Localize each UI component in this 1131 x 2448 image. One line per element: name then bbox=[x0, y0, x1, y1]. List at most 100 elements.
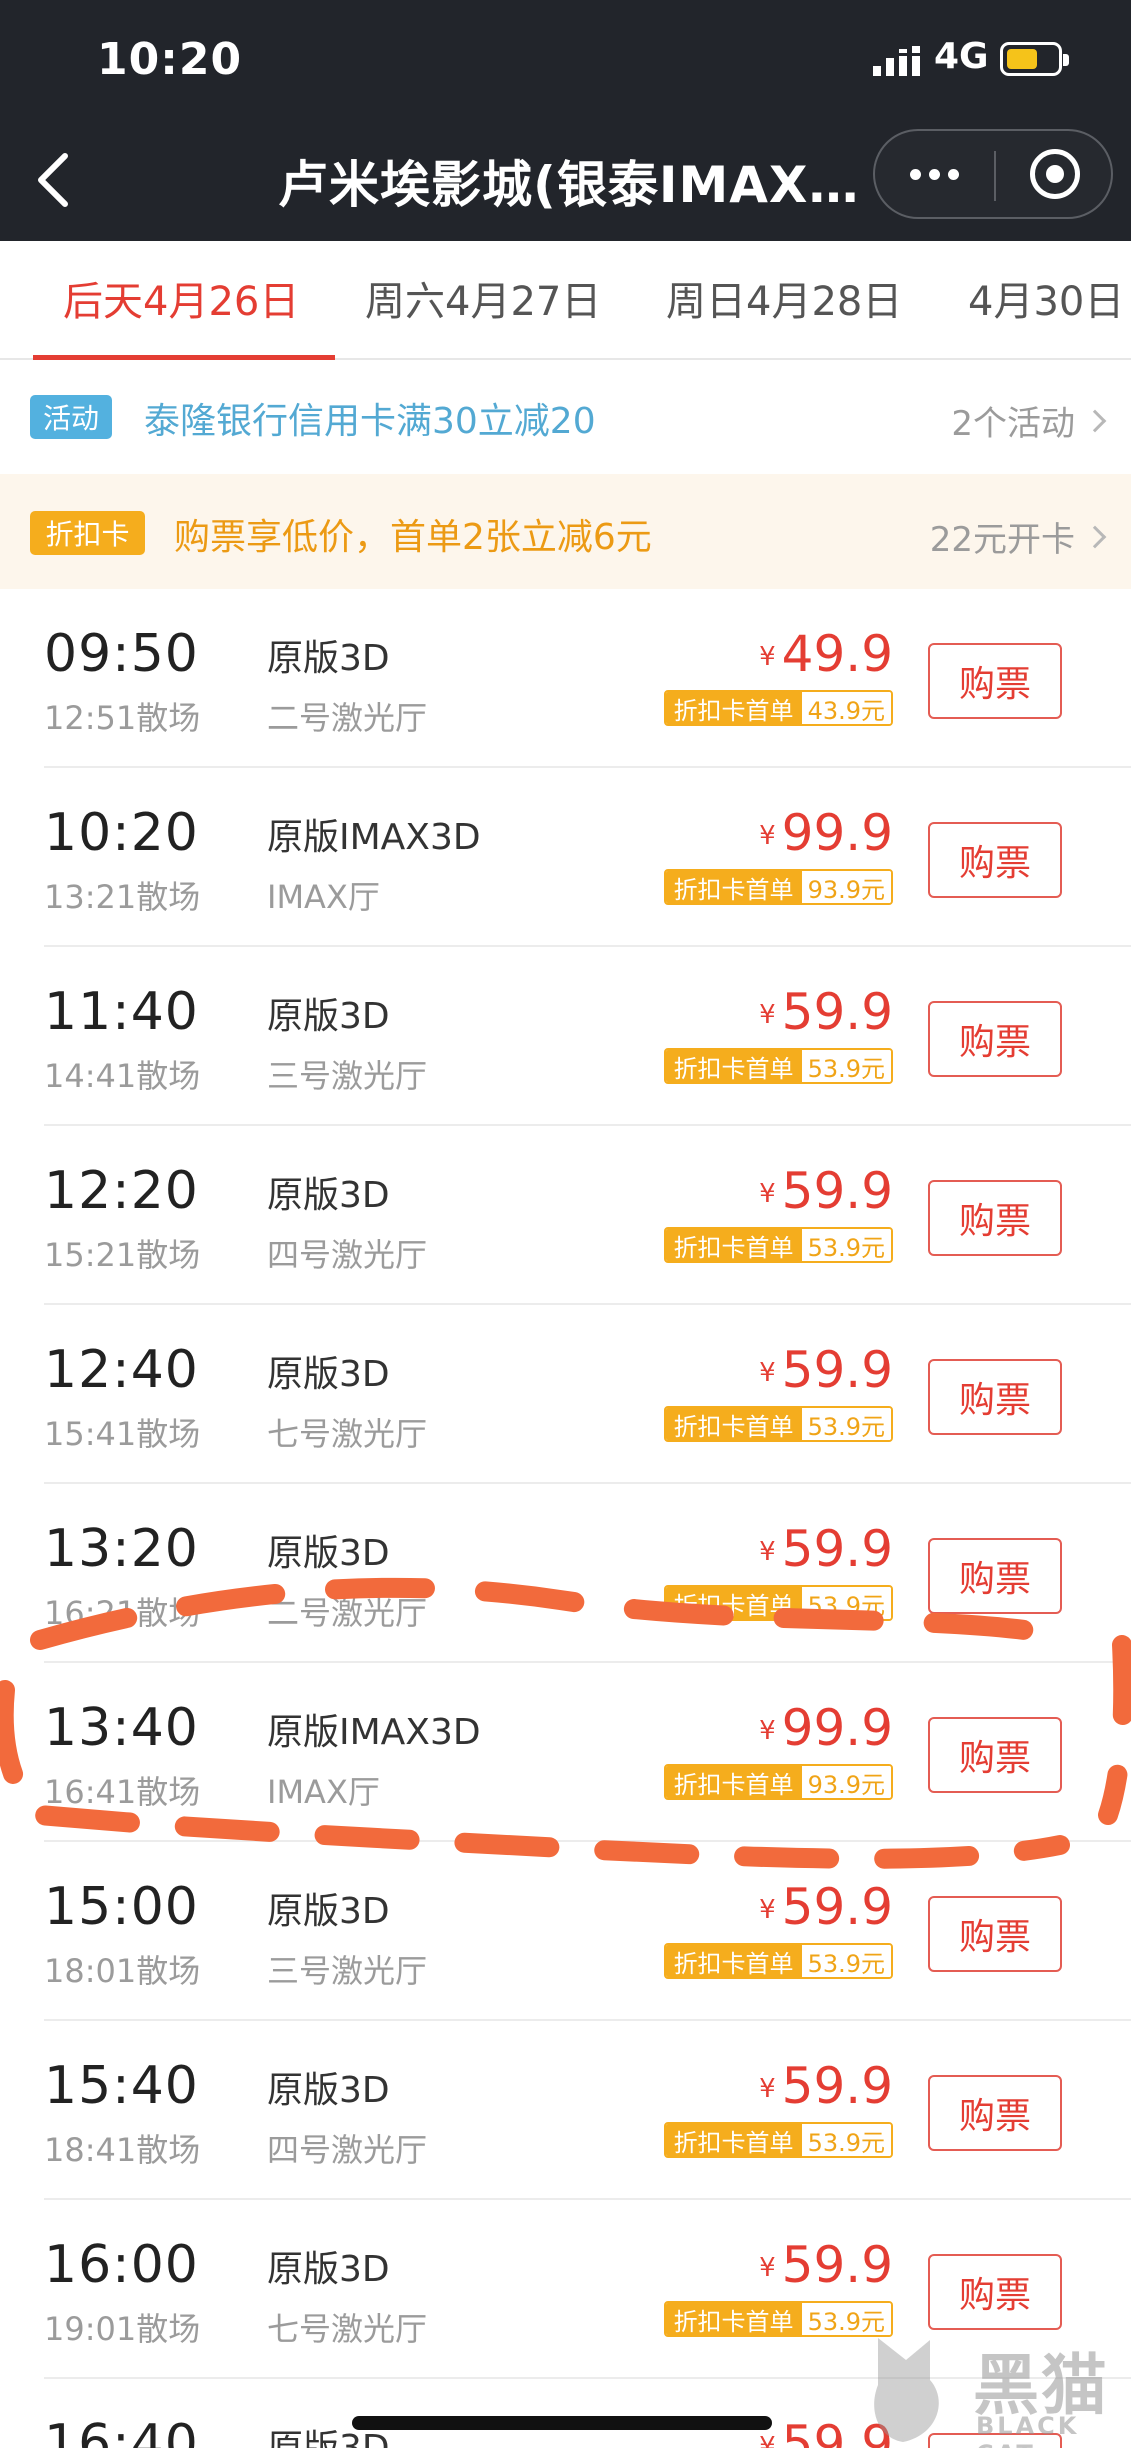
price-value: 59.9 bbox=[781, 2057, 893, 2115]
end-time: 19:01散场 bbox=[44, 2310, 201, 2348]
discount-label: 折扣卡首单 bbox=[665, 1050, 802, 1082]
tab-date-0[interactable]: 后天4月26日 bbox=[63, 269, 299, 327]
ticket-price: ¥59.9 bbox=[759, 1520, 893, 1578]
ticket-price: ¥59.9 bbox=[759, 1162, 893, 1220]
buy-ticket-button[interactable]: 购票 bbox=[928, 822, 1062, 898]
film-version: 原版3D bbox=[267, 1354, 390, 1395]
discount-value: 43.9元 bbox=[801, 692, 891, 724]
buy-ticket-button[interactable]: 购票 bbox=[928, 1001, 1062, 1077]
discount-card-price: 折扣卡首单 53.9元 bbox=[663, 1227, 893, 1263]
currency-symbol: ¥ bbox=[759, 1716, 776, 1746]
price-value: 59.9 bbox=[781, 1341, 893, 1399]
home-indicator bbox=[352, 2416, 772, 2430]
activity-badge: 活动 bbox=[30, 395, 112, 439]
end-time: 13:21散场 bbox=[44, 878, 201, 916]
hall-name: 二号激光厅 bbox=[267, 1594, 428, 1632]
more-button[interactable] bbox=[875, 131, 994, 217]
film-version: 原版IMAX3D bbox=[267, 1712, 481, 1753]
showtime-row[interactable]: 09:50 12:51散场 原版3D 二号激光厅 ¥49.9 折扣卡首单 43.9元 购票 bbox=[0, 589, 1131, 768]
price-value: 59.9 bbox=[781, 2236, 893, 2294]
discount-value: 53.9元 bbox=[801, 1408, 891, 1440]
ticket-price: ¥59.9 bbox=[759, 1878, 893, 1936]
ticket-price: ¥59.9 bbox=[759, 2236, 893, 2294]
buy-ticket-button[interactable]: 购票 bbox=[928, 1538, 1062, 1614]
open-card-link[interactable]: 22元开卡 bbox=[929, 512, 1107, 561]
showtime-row[interactable]: 15:00 18:01散场 原版3D 三号激光厅 ¥59.9 折扣卡首单 53.9元 购票 bbox=[0, 1842, 1131, 2021]
showtime-row[interactable]: 12:40 15:41散场 原版3D 七号激光厅 ¥59.9 折扣卡首单 53.9元 购票 bbox=[0, 1305, 1131, 1484]
tab-date-1[interactable]: 周六4月27日 bbox=[365, 269, 601, 327]
signal-icon bbox=[873, 40, 921, 76]
cat-logo-icon bbox=[874, 2338, 939, 2442]
hall-name: 三号激光厅 bbox=[267, 1952, 428, 1990]
tab-date-3[interactable]: 4月30日 bbox=[968, 269, 1124, 327]
tab-date-2[interactable]: 周日4月28日 bbox=[666, 269, 902, 327]
chevron-right-icon bbox=[1083, 409, 1107, 432]
currency-symbol: ¥ bbox=[759, 1895, 776, 1925]
hall-name: IMAX厅 bbox=[267, 1773, 380, 1811]
price-value: 59.9 bbox=[781, 1878, 893, 1936]
hall-name: 七号激光厅 bbox=[267, 1415, 428, 1453]
target-close-icon bbox=[1029, 149, 1080, 199]
buy-ticket-button[interactable]: 购票 bbox=[928, 1359, 1062, 1435]
film-version: 原版3D bbox=[267, 1533, 390, 1574]
discount-card-price: 折扣卡首单 53.9元 bbox=[663, 2122, 893, 2158]
buy-ticket-button[interactable]: 购票 bbox=[928, 643, 1062, 719]
film-version: 原版3D bbox=[267, 996, 390, 1037]
discount-label: 折扣卡首单 bbox=[665, 1945, 802, 1977]
start-time: 15:00 bbox=[44, 1877, 199, 1937]
discount-card-promo-row[interactable]: 折扣卡 购票享低价，首单2张立减6元 22元开卡 bbox=[0, 474, 1131, 589]
buy-ticket-button[interactable]: 购票 bbox=[928, 1717, 1062, 1793]
end-time: 16:41散场 bbox=[44, 1773, 201, 1811]
hall-name: 七号激光厅 bbox=[267, 2310, 428, 2348]
buy-ticket-button[interactable]: 购票 bbox=[928, 2075, 1062, 2151]
film-version: 原版3D bbox=[267, 1175, 390, 1216]
discount-value: 53.9元 bbox=[801, 1229, 891, 1261]
open-card-price: 22元开卡 bbox=[929, 520, 1075, 560]
ticket-price: ¥99.9 bbox=[759, 804, 893, 862]
back-button[interactable] bbox=[22, 145, 82, 215]
hall-name: 四号激光厅 bbox=[267, 1236, 428, 1274]
start-time: 16:00 bbox=[44, 2235, 199, 2295]
discount-value: 53.9元 bbox=[801, 1945, 891, 1977]
buy-ticket-button[interactable]: 购票 bbox=[928, 1180, 1062, 1256]
buy-ticket-button[interactable]: 购票 bbox=[928, 1896, 1062, 1972]
close-miniprogram-button[interactable] bbox=[996, 131, 1113, 217]
discount-card-price: 折扣卡首单 43.9元 bbox=[663, 690, 893, 726]
showtime-row[interactable]: 13:20 16:21散场 原版3D 二号激光厅 ¥59.9 折扣卡首单 53.9元 购票 bbox=[0, 1484, 1131, 1663]
activity-count-link[interactable]: 2个活动 bbox=[951, 396, 1107, 445]
showtime-row[interactable]: 13:40 16:41散场 原版IMAX3D IMAX厅 ¥99.9 折扣卡首单 93.9元… bbox=[0, 1663, 1131, 1842]
discount-card-price: 折扣卡首单 53.9元 bbox=[663, 1943, 893, 1979]
discount-label: 折扣卡首单 bbox=[665, 1766, 802, 1798]
showtime-row[interactable]: 12:20 15:21散场 原版3D 四号激光厅 ¥59.9 折扣卡首单 53.9元 购票 bbox=[0, 1126, 1131, 1305]
film-version: 原版3D bbox=[267, 2070, 390, 2111]
start-time: 15:40 bbox=[44, 2056, 199, 2116]
ticket-price: ¥99.9 bbox=[759, 1699, 893, 1757]
date-tabs: 后天4月26日 周六4月27日 周日4月28日 4月30日 bbox=[0, 241, 1131, 360]
discount-label: 折扣卡首单 bbox=[665, 2124, 802, 2156]
activity-promo-row[interactable]: 活动 泰隆银行信用卡满30立减20 2个活动 bbox=[0, 360, 1131, 474]
end-time: 18:41散场 bbox=[44, 2131, 201, 2169]
showtime-row[interactable]: 10:20 13:21散场 原版IMAX3D IMAX厅 ¥99.9 折扣卡首单 93.9元… bbox=[0, 768, 1131, 947]
start-time: 12:40 bbox=[44, 1340, 199, 1400]
start-time: 10:20 bbox=[44, 803, 199, 863]
price-value: 59.9 bbox=[781, 1520, 893, 1578]
discount-value: 53.9元 bbox=[801, 1587, 891, 1619]
black-cat-watermark: 黑猫 BLACK CAT bbox=[858, 2330, 1128, 2448]
hall-name: 四号激光厅 bbox=[267, 2131, 428, 2169]
showtime-row[interactable]: 11:40 14:41散场 原版3D 三号激光厅 ¥59.9 折扣卡首单 53.9元 购票 bbox=[0, 947, 1131, 1126]
discount-card-price: 折扣卡首单 53.9元 bbox=[663, 1048, 893, 1084]
chevron-right-icon bbox=[1083, 525, 1107, 548]
price-value: 99.9 bbox=[781, 1699, 893, 1757]
start-time: 13:20 bbox=[44, 1519, 199, 1579]
start-time: 11:40 bbox=[44, 982, 199, 1042]
showtime-row[interactable]: 15:40 18:41散场 原版3D 四号激光厅 ¥59.9 折扣卡首单 53.9元 购票 bbox=[0, 2021, 1131, 2200]
currency-symbol: ¥ bbox=[759, 1537, 776, 1567]
discount-card-price: 折扣卡首单 53.9元 bbox=[663, 1406, 893, 1442]
miniprogram-capsule bbox=[873, 129, 1113, 219]
end-time: 15:21散场 bbox=[44, 1236, 201, 1274]
buy-ticket-button[interactable]: 购票 bbox=[928, 2254, 1062, 2330]
discount-card-price: 折扣卡首单 93.9元 bbox=[663, 869, 893, 905]
end-time: 14:41散场 bbox=[44, 1057, 201, 1095]
discount-label: 折扣卡首单 bbox=[665, 1408, 802, 1440]
ticket-price: ¥59.9 bbox=[759, 983, 893, 1041]
